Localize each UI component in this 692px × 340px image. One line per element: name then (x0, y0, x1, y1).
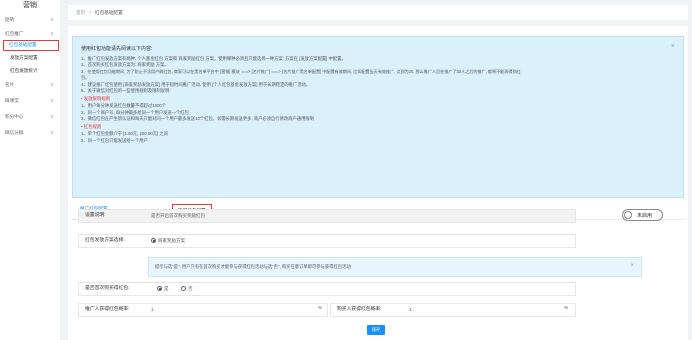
buyer-probability-label: 购买人获得红包概率: (337, 307, 382, 312)
sidebar-item-label: 积分中心 (5, 114, 24, 119)
scheme-option-label: 商家奖励方案 (158, 238, 185, 243)
notice-line: 2、同一个红包只能发送给一个用户 (81, 137, 148, 143)
sidebar-item-business-card[interactable]: 名片 ∨ (0, 80, 60, 90)
scheme-select-label: 红包发放方案选择: (85, 238, 125, 243)
no-label: 否 (188, 286, 193, 291)
chevron-down-icon: ∨ (50, 17, 54, 23)
toggle-label: 未启用 (637, 213, 653, 219)
enable-toggle[interactable]: 未启用 (622, 209, 663, 221)
breadcrumb-current: 红包基础配置 (95, 10, 123, 15)
sidebar-item-wechat-groups[interactable]: 微信分群 ∨ (0, 128, 60, 138)
sidebar-item-label: 名片 (5, 82, 15, 87)
chevron-down-icon: ∨ (50, 114, 54, 120)
breadcrumb: 首页 / 红包基础配置 (68, 5, 688, 20)
first-buy-row: 是否首次购买得红包: 是 否 (78, 282, 576, 296)
radio-selected-icon[interactable] (151, 238, 156, 244)
app-logo-title: 营销 (23, 2, 37, 9)
sidebar-item-distribution-stats[interactable]: 红包发放统计 (0, 66, 60, 76)
percent-suffix: % (564, 305, 569, 310)
chevron-down-icon: ∨ (50, 130, 54, 136)
notice-section-title: • 红包规则 (81, 124, 102, 130)
sidebar-item-points-center[interactable]: 积分中心 ∨ (0, 112, 60, 122)
chevron-down-icon: ∨ (50, 98, 54, 104)
first-buy-tip: 提示与选"是", 用户只有在首次购买才能参与获得红包活动与选"否", 购买任意订… (148, 257, 642, 277)
setting-description-row: 设置说明: 是否开启首次购买奖励红包 (78, 209, 576, 223)
percent-suffix: % (318, 305, 323, 310)
sidebar-item-label: 促销 (5, 17, 15, 22)
first-buy-yes[interactable]: 是 (157, 283, 169, 295)
notice-line: 5、关于微信对红包的一些使用规则及限制说明: (81, 88, 171, 94)
notice-title: 使用红包功能请先阅读以下内容: (81, 46, 153, 52)
notice-line: 3、微信红包在产生新认证和每天只能对同一个用户最多发送10个红包。如需长期发送更… (81, 116, 314, 122)
chevron-down-icon: ∨ (50, 82, 54, 88)
tip-text: 提示与选"是", 用户只有在首次购买才能参与获得红包活动与选"否", 购买任意订… (155, 264, 351, 269)
save-button[interactable]: 保存 (367, 325, 385, 335)
close-icon[interactable]: × (630, 263, 634, 269)
promoter-probability-field: 推广人获得红包概率: 1 % (78, 303, 328, 317)
chevron-up-icon: ∧ (50, 31, 54, 37)
notice-section-title: • 发放限制规则 (81, 96, 111, 102)
scheme-select-row: 红包发放方案选择: 商家奖励方案 (78, 234, 576, 248)
usage-notice: × 使用红包功能请先阅读以下内容: 1、推广红包发放方案有两种: 个人基金红包 … (72, 36, 684, 198)
promoter-probability-input[interactable]: 1 (151, 304, 154, 316)
radio-selected-icon[interactable] (157, 286, 162, 292)
sidebar-item-label: 红包基础配置 (9, 42, 37, 47)
toggle-knob (624, 211, 632, 219)
close-icon[interactable]: × (671, 43, 675, 50)
buyer-probability-field: 购买人获得红包概率: 1 % (330, 303, 576, 317)
promoter-probability-label: 推广人获得红包概率: (85, 307, 130, 312)
sidebar-item-distribution-scheme[interactable]: 发放方案配置 (0, 53, 60, 63)
sidebar-item-label: 微信分群 (5, 130, 24, 135)
buyer-probability-input[interactable]: 1 (409, 304, 412, 316)
first-buy-label: 是否首次购买得红包: (85, 286, 130, 291)
scheme-option[interactable]: 商家奖励方案 (151, 235, 185, 247)
sidebar-item-red-packet-basic-config[interactable]: 红包基础配置 (3, 40, 59, 51)
sidebar-item-micro-class[interactable]: 微课堂 ∨ (0, 96, 60, 106)
radio-unselected-icon[interactable] (181, 286, 186, 292)
sidebar-item-label: 红包发放统计 (10, 68, 38, 73)
breadcrumb-home[interactable]: 首页 (76, 10, 85, 15)
setting-description-value: 是否开启首次购买奖励红包 (151, 213, 205, 218)
setting-description-label: 设置说明: (85, 213, 106, 218)
sidebar-item-red-packet[interactable]: 红包推广 ∧ (0, 29, 60, 39)
breadcrumb-separator: / (89, 10, 91, 15)
sidebar-item-label: 微课堂 (5, 98, 19, 103)
yes-label: 是 (164, 286, 169, 291)
sidebar-item-promotion[interactable]: 促销 ∨ (0, 15, 60, 25)
first-buy-no[interactable]: 否 (181, 283, 193, 295)
sidebar-item-label: 红包推广 (5, 31, 24, 36)
sidebar-item-label: 发放方案配置 (10, 55, 38, 60)
main-content: 首页 / 红包基础配置 × 使用红包功能请先阅读以下内容: 1、推广红包发放方案… (68, 0, 692, 340)
sidebar: 营销 促销 ∨ 红包推广 ∧ 红包基础配置 发放方案配置 红包发放统计 名片 ∨ 微课… (0, 0, 60, 340)
